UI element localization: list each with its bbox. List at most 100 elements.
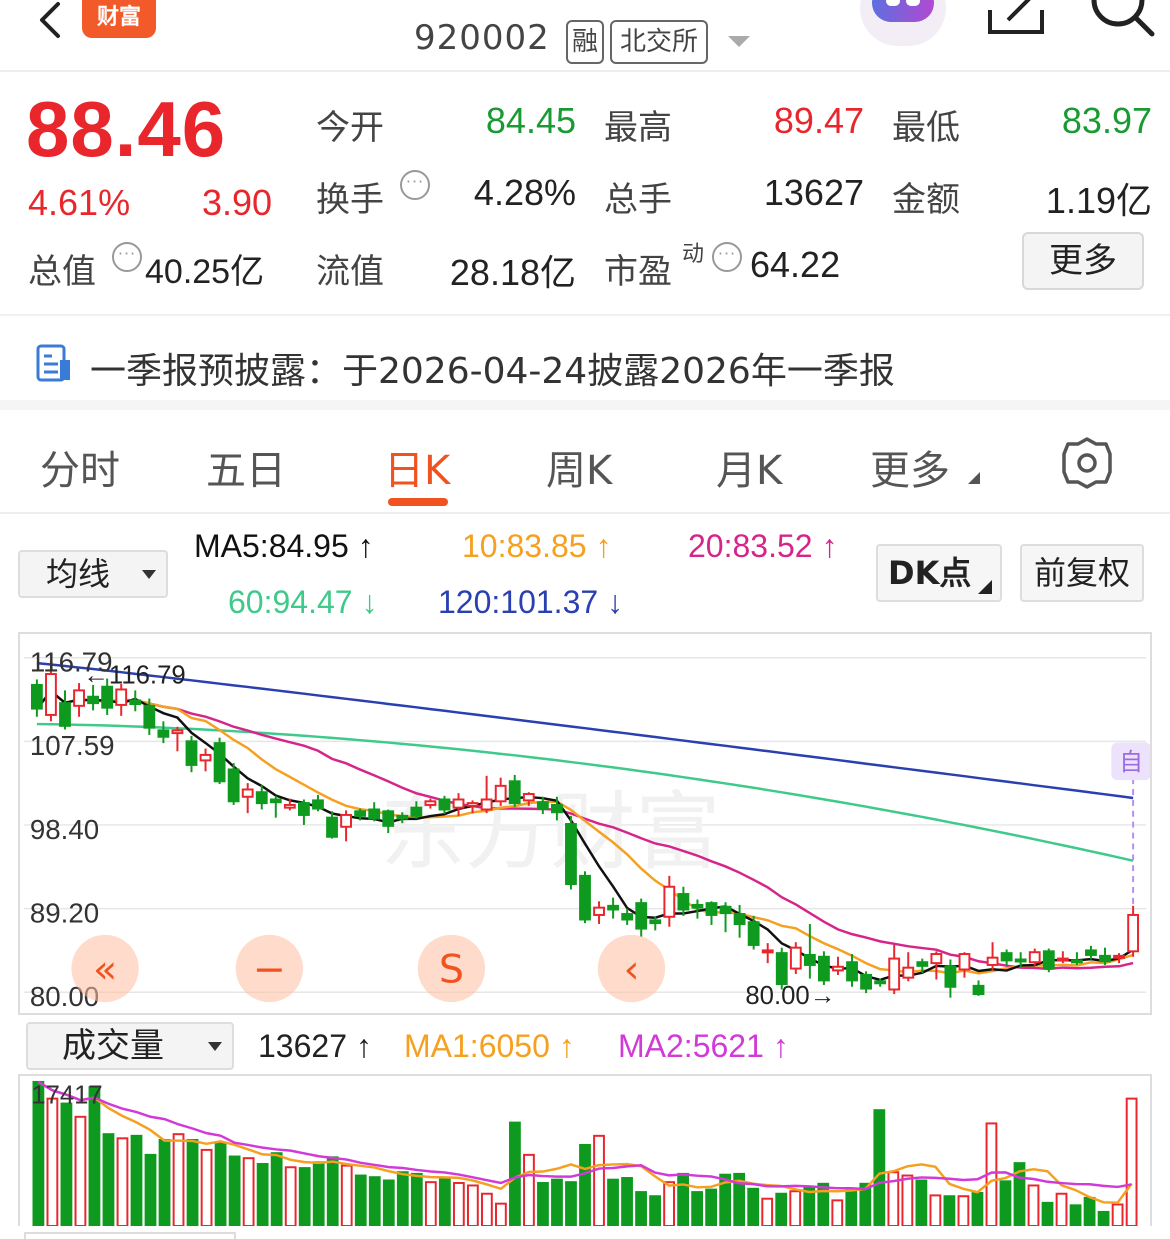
candle-body	[803, 953, 816, 966]
candle-body	[227, 768, 240, 803]
candle-body	[818, 955, 830, 982]
search-icon[interactable]	[1090, 0, 1156, 40]
info-icon[interactable]: ···	[400, 170, 430, 200]
candle-body	[452, 798, 465, 809]
volume-bar	[607, 1178, 619, 1226]
volume-bar	[368, 1176, 381, 1226]
forward-adjust-button[interactable]: 前复权	[1020, 544, 1144, 602]
volume-max-label: 17417	[31, 1082, 102, 1110]
tab-more[interactable]: 更多	[870, 438, 950, 496]
control-glyph: ‹	[624, 946, 640, 992]
candle-body	[312, 799, 324, 810]
volume-bar	[831, 1199, 844, 1226]
tab-daily-k[interactable]: 日K	[384, 438, 450, 496]
candle-body	[649, 919, 662, 925]
volume-bar	[593, 1134, 605, 1226]
volume-bar	[382, 1179, 395, 1226]
volume-bar	[158, 1138, 171, 1226]
period-tabs: 分时 五日 日K 周K 月K 更多	[0, 414, 1170, 514]
candle-body	[410, 806, 423, 817]
ma60-value: 60:94.47 ↓	[228, 584, 378, 620]
volume-bar	[971, 1191, 984, 1226]
info-icon[interactable]: ···	[712, 242, 742, 272]
candle-body	[354, 810, 367, 817]
candle-body	[326, 816, 338, 838]
volume-bar	[452, 1181, 465, 1226]
candle-body	[719, 905, 732, 915]
indicator-select[interactable]: 均线	[18, 550, 168, 598]
volume-bar	[354, 1174, 367, 1226]
volume-bar	[621, 1177, 633, 1226]
volume-ma2: MA2:5621 ↑	[618, 1028, 789, 1064]
minus-icon[interactable]: −	[235, 934, 303, 1003]
ma20-value: 20:83.52 ↑	[688, 528, 838, 564]
candle-body	[761, 949, 774, 954]
candle-body	[958, 953, 971, 971]
candle-body	[241, 788, 254, 798]
candle-body	[298, 802, 310, 816]
candle-body	[255, 791, 268, 805]
tab-monthly-k[interactable]: 月K	[716, 438, 782, 496]
back-icon[interactable]	[30, 2, 70, 42]
high-label: 最高	[604, 108, 672, 148]
dropdown-corner-icon	[968, 472, 980, 484]
candle-body	[888, 957, 901, 991]
market-cap-label: 总值	[28, 252, 96, 292]
pe-label: 市盈	[604, 252, 672, 292]
candle-body	[494, 784, 507, 803]
gear-icon[interactable]	[1060, 436, 1114, 490]
next-indicator-tab[interactable]	[24, 1232, 236, 1239]
margin-tag: 融	[566, 20, 604, 64]
dk-point-button[interactable]: DK点	[876, 544, 1002, 602]
volume-bar	[1125, 1097, 1138, 1226]
volume-bar	[579, 1143, 591, 1226]
volume-bar	[775, 1192, 788, 1226]
candle-body	[705, 902, 718, 916]
volume-bar	[915, 1179, 928, 1226]
last-marker-text: 自	[1119, 748, 1143, 776]
more-button[interactable]: 更多	[1022, 232, 1144, 290]
exchange-tag: 北交所	[610, 20, 708, 64]
candle-body	[45, 673, 57, 716]
assistant-avatar[interactable]	[860, 0, 946, 46]
volume-bar	[396, 1171, 409, 1226]
volume-bar	[172, 1133, 185, 1226]
brand-badge[interactable]: 财富	[82, 0, 156, 38]
turnover-value: 4.28%	[473, 172, 576, 213]
volume-bar	[537, 1181, 549, 1226]
candle-body	[368, 808, 381, 820]
axis-label: 98.40	[30, 814, 99, 845]
axis-label: 89.20	[30, 897, 99, 928]
volume-bar	[789, 1190, 802, 1226]
candle-body	[1113, 954, 1125, 959]
candle-body	[1070, 959, 1083, 964]
chevron-left-icon[interactable]: ‹	[597, 934, 666, 1003]
volume-bar	[495, 1202, 507, 1226]
candle-body	[832, 965, 844, 972]
volume-chart[interactable]: 17417	[18, 1074, 1152, 1226]
stock-code[interactable]: 920002	[414, 18, 550, 58]
volume-bar	[200, 1148, 213, 1226]
info-icon[interactable]: ···	[112, 242, 142, 272]
notice-bar[interactable]: 一季报预披露：于2026-04-24披露2026年一季报	[0, 314, 1170, 410]
notice-text: 一季报预披露：于2026-04-24披露2026年一季报	[90, 351, 895, 392]
volume-bar	[1069, 1204, 1082, 1226]
candle-body	[396, 814, 409, 820]
chevron-down-icon[interactable]	[728, 36, 750, 47]
tab-weekly-k[interactable]: 周K	[546, 438, 612, 496]
control-glyph: S	[439, 946, 464, 992]
volume-bar	[1083, 1196, 1096, 1226]
candle-body	[185, 740, 198, 766]
rewind-icon[interactable]: «	[71, 934, 139, 1003]
volume-bar	[691, 1191, 704, 1226]
kline-chart[interactable]: 东方财富 116.79107.5998.4089.2080.00←116.798…	[18, 632, 1152, 1015]
tab-five-day[interactable]: 五日	[206, 438, 286, 496]
low-label: 最低	[892, 108, 960, 148]
volume-bar	[214, 1142, 227, 1226]
volume-indicator-select[interactable]: 成交量	[26, 1022, 234, 1070]
share-icon[interactable]	[986, 0, 1048, 38]
volume-bar	[242, 1157, 255, 1226]
tab-intraday[interactable]: 分时	[40, 438, 120, 496]
signal-icon[interactable]: S	[417, 934, 486, 1003]
change-percent: 4.61%	[28, 182, 131, 223]
